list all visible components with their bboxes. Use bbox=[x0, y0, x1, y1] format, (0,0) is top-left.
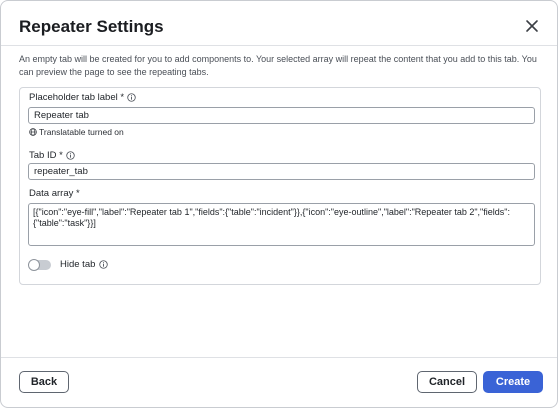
tab-id-label: Tab ID * bbox=[29, 150, 63, 161]
tab-id-label-row: Tab ID * bbox=[29, 150, 75, 161]
data-array-label: Data array * bbox=[29, 188, 80, 199]
footer-divider bbox=[1, 357, 557, 358]
translatable-note: Translatable turned on bbox=[29, 127, 124, 137]
hide-tab-toggle[interactable] bbox=[28, 259, 51, 271]
info-icon[interactable] bbox=[99, 260, 109, 269]
cancel-button[interactable]: Cancel bbox=[417, 371, 477, 393]
data-array-label-row: Data array * bbox=[29, 188, 80, 199]
toggle-knob bbox=[28, 259, 40, 271]
repeater-settings-modal: Repeater Settings An empty tab will be c… bbox=[0, 0, 558, 408]
close-icon bbox=[525, 19, 539, 33]
placeholder-label-row: Placeholder tab label * bbox=[29, 92, 136, 103]
close-button[interactable] bbox=[521, 15, 543, 37]
modal-title: Repeater Settings bbox=[19, 17, 164, 36]
back-button[interactable]: Back bbox=[19, 371, 69, 393]
hide-tab-label: Hide tab bbox=[60, 259, 96, 270]
tab-id-input[interactable] bbox=[28, 163, 535, 180]
header-divider bbox=[1, 45, 557, 46]
intro-text: An empty tab will be created for you to … bbox=[19, 54, 537, 77]
hide-tab-row: Hide tab bbox=[60, 259, 109, 270]
info-icon[interactable] bbox=[66, 151, 75, 160]
translatable-text: Translatable turned on bbox=[39, 127, 124, 137]
placeholder-tab-input[interactable] bbox=[28, 107, 535, 124]
create-button[interactable]: Create bbox=[483, 371, 543, 393]
data-array-textarea[interactable]: [{"icon":"eye-fill","label":"Repeater ta… bbox=[28, 203, 535, 246]
globe-icon bbox=[29, 128, 37, 136]
info-icon[interactable] bbox=[127, 93, 136, 102]
placeholder-tab-label: Placeholder tab label * bbox=[29, 92, 125, 103]
